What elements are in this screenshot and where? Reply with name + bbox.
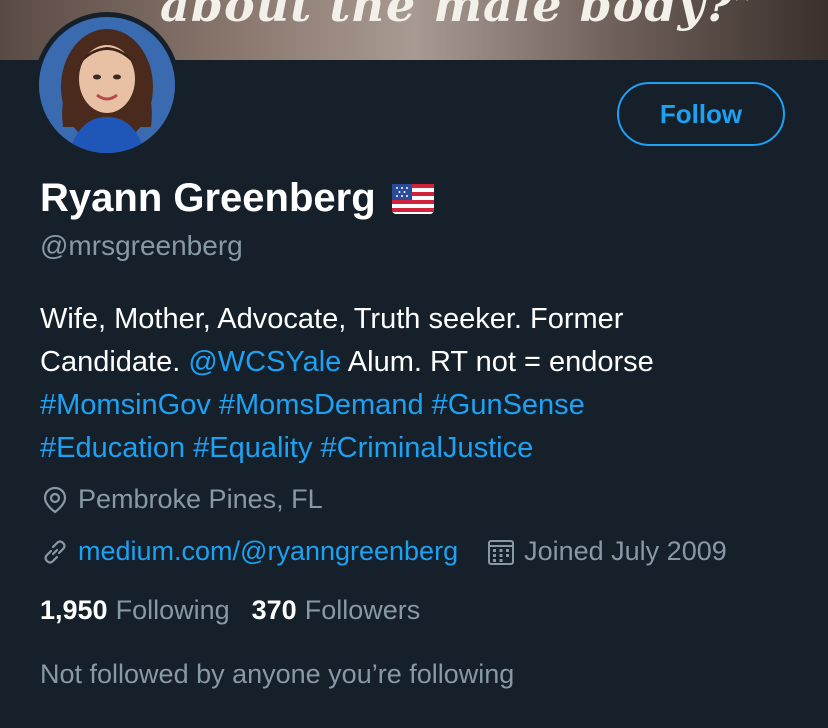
followers-count-link[interactable]: 370 Followers — [252, 595, 421, 626]
bio-text: Candidate. — [40, 346, 189, 378]
location-row: Pembroke Pines, FL — [40, 484, 323, 515]
banner-text: about the male body?” — [160, 0, 761, 32]
bio-text: Alum. RT not = endorse — [341, 346, 654, 378]
joined-text: Joined July 2009 — [524, 536, 727, 566]
us-flag-icon — [391, 183, 434, 214]
name-row: Ryann Greenberg — [40, 176, 434, 221]
bio-line: Wife, Mother, Advocate, Truth seeker. Fo… — [40, 303, 624, 335]
bio-line: Candidate. @WCSYale Alum. RT not = endor… — [40, 341, 760, 384]
avatar[interactable] — [34, 12, 180, 158]
followers-count: 370 — [251, 595, 297, 625]
display-name: Ryann Greenberg — [40, 176, 376, 220]
location-text: Pembroke Pines, FL — [78, 484, 323, 514]
hashtag-links[interactable]: #MomsinGov #MomsDemand #GunSense — [40, 384, 760, 427]
handle: @mrsgreenberg — [40, 230, 243, 261]
url-joined-row: medium.com/@ryanngreenberg Joined July 2… — [40, 536, 727, 567]
bio: Wife, Mother, Advocate, Truth seeker. Fo… — [40, 298, 760, 470]
follow-button[interactable]: Follow — [617, 82, 785, 146]
profile-url-link[interactable]: medium.com/@ryanngreenberg — [78, 536, 458, 567]
hashtag-links[interactable]: #Education #Equality #CriminalJustice — [40, 427, 760, 470]
link-icon — [40, 537, 70, 567]
mention-link[interactable]: @WCSYale — [188, 346, 341, 378]
calendar-icon — [486, 537, 516, 567]
location-pin-icon — [40, 485, 70, 515]
following-count: 1,950 — [40, 595, 108, 625]
followers-label: Followers — [304, 595, 421, 625]
follow-counts: 1,950 Following 370 Followers — [40, 595, 442, 626]
following-count-link[interactable]: 1,950 Following — [40, 595, 230, 626]
following-label: Following — [115, 595, 230, 625]
joined-date: Joined July 2009 — [486, 536, 727, 567]
not-followed-notice: Not followed by anyone you’re following — [40, 659, 515, 689]
